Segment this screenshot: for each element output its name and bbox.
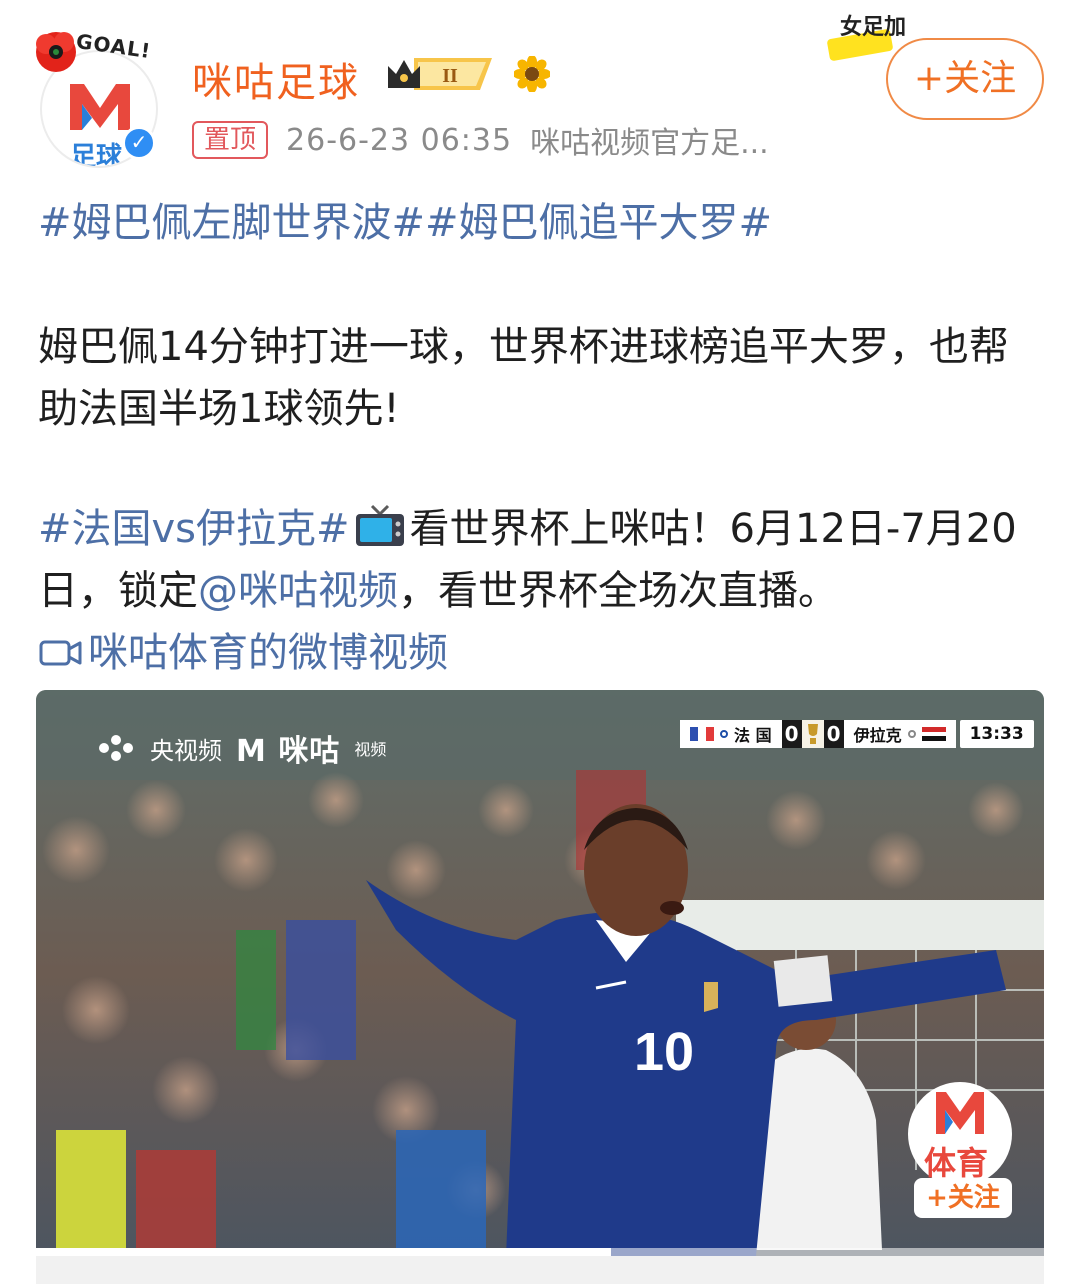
video-player[interactable]: 10 央视频 M 咪咕 视频 法 国 0 0 伊拉克 13:33 体育 +关注 bbox=[36, 690, 1044, 1256]
video-progress-bar[interactable] bbox=[36, 1248, 1044, 1256]
video-bottom-strip bbox=[36, 1256, 1044, 1284]
post-paragraph: #法国vs伊拉克# 看世界杯上咪咕！6月12日-7月20日，锁定@咪咕视频，看世… bbox=[38, 498, 1048, 622]
post-paragraph: 姆巴佩14分钟打进一球，世界杯进球榜追平大罗，也帮助法国半场1球领先! bbox=[38, 324, 1009, 432]
pinned-tag: 置顶 bbox=[192, 121, 269, 159]
promo-text: 女足加 bbox=[840, 15, 907, 40]
post-meta: 置顶 26-6-23 06:35 咪咕视频官方足... bbox=[192, 118, 769, 162]
post-text: ，看世界杯全场次直播。 bbox=[398, 568, 838, 614]
verified-icon: ✓ bbox=[122, 126, 156, 160]
team-dot-icon bbox=[907, 730, 916, 738]
scoreboard: 法 国 0 0 伊拉克 13:33 bbox=[680, 720, 1034, 748]
cctv-video-icon bbox=[99, 735, 133, 761]
trophy-icon bbox=[801, 720, 824, 748]
migu-logo-icon bbox=[936, 1092, 984, 1134]
account-name[interactable]: 咪咕足球 bbox=[192, 50, 360, 108]
migu-logo-icon bbox=[70, 84, 130, 130]
video-link-label: 咪咕体育的微博视频 bbox=[88, 630, 448, 676]
crown-vip-icon[interactable]: II bbox=[384, 54, 496, 94]
corner-follow-button[interactable]: +关注 bbox=[914, 1178, 1012, 1218]
hashtag-link[interactable]: #姆巴佩追平大罗# bbox=[425, 200, 772, 246]
broadcaster-2-sub: 视频 bbox=[354, 740, 387, 759]
team-away: 伊拉克 bbox=[843, 720, 956, 748]
team-home-name: 法 国 bbox=[734, 726, 772, 745]
migu-sports-logo: 体育 bbox=[908, 1082, 1012, 1186]
score-away: 0 bbox=[823, 720, 844, 748]
vip-level: II bbox=[442, 65, 458, 87]
tv-icon bbox=[355, 504, 404, 546]
broadcaster-1: 央视频 bbox=[150, 736, 222, 765]
migu-sports-badge[interactable]: 体育 +关注 bbox=[908, 1082, 1012, 1232]
match-clock: 13:33 bbox=[959, 720, 1034, 748]
team-away-name: 伊拉克 bbox=[853, 726, 902, 745]
post-hashtags: #姆巴佩左脚世界波##姆巴佩追平大罗# bbox=[38, 192, 1048, 254]
post-source[interactable]: 咪咕视频官方足... bbox=[530, 118, 769, 162]
sunflower-icon bbox=[514, 56, 550, 92]
flag-iraq-icon bbox=[921, 727, 946, 742]
score-home: 0 bbox=[781, 720, 802, 748]
team-dot-icon bbox=[720, 730, 728, 738]
team-home: 法 国 bbox=[680, 720, 782, 748]
video-camera-icon bbox=[39, 640, 82, 666]
flag-france-icon bbox=[690, 727, 714, 741]
avatar-sub-text: 足球 bbox=[70, 142, 123, 168]
post-timestamp: 26-6-23 06:35 bbox=[286, 122, 513, 158]
poppy-flower-icon bbox=[36, 32, 76, 72]
avatar[interactable]: 足球 GOAL! ✓ bbox=[34, 29, 164, 168]
jersey-number: 10 bbox=[634, 1022, 694, 1082]
weibo-video-link[interactable]: 咪咕体育的微博视频 bbox=[38, 622, 448, 684]
hashtag-link[interactable]: #姆巴佩左脚世界波# bbox=[38, 200, 425, 246]
broadcaster-2: M 咪咕 bbox=[236, 734, 341, 769]
video-frame: 10 bbox=[36, 690, 1044, 1256]
mention-link[interactable]: @咪咕视频 bbox=[198, 568, 398, 614]
hashtag-link[interactable]: #法国vs伊拉克# bbox=[38, 506, 350, 552]
broadcaster-watermark: 央视频 M 咪咕 视频 bbox=[96, 726, 386, 770]
follow-button[interactable]: +关注 bbox=[886, 38, 1044, 120]
video-progress-fill bbox=[36, 1248, 611, 1256]
